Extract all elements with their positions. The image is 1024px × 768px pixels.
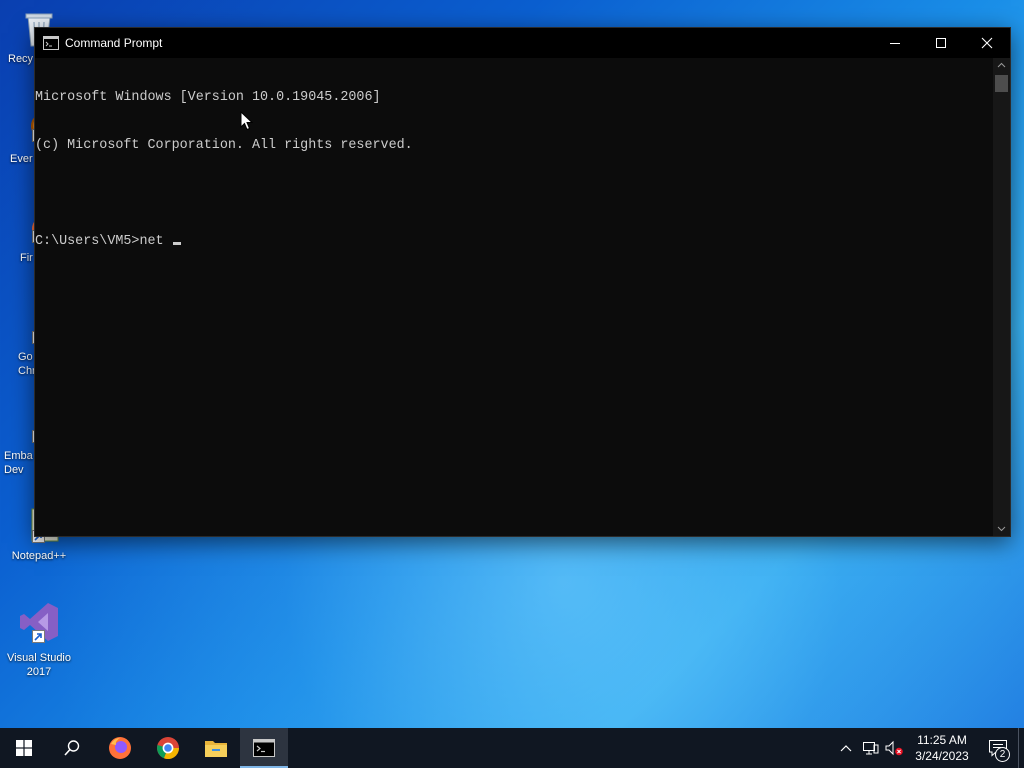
text-cursor — [172, 242, 181, 245]
close-icon — [981, 37, 993, 49]
firefox-icon — [109, 737, 131, 759]
notification-count-badge: 2 — [995, 747, 1010, 762]
volume-button[interactable] — [882, 728, 906, 768]
console-output[interactable]: Microsoft Windows [Version 10.0.19045.20… — [35, 58, 993, 536]
show-hidden-icons-button[interactable] — [834, 728, 858, 768]
taskbar-firefox-button[interactable] — [96, 728, 144, 768]
taskbar-chrome-button[interactable] — [144, 728, 192, 768]
window-title: Command Prompt — [65, 36, 163, 50]
taskbar-file-explorer-button[interactable] — [192, 728, 240, 768]
clock-date: 3/24/2023 — [915, 749, 969, 763]
mouse-pointer-icon — [240, 111, 254, 131]
clock-time: 11:25 AM — [917, 733, 967, 747]
taskbar-clock[interactable]: 11:25 AM 3/24/2023 — [906, 732, 978, 764]
search-button[interactable] — [48, 728, 96, 768]
shortcut-arrow-icon — [32, 630, 45, 643]
desktop-icon-label: Notepad++ — [11, 550, 67, 562]
search-icon — [64, 740, 80, 756]
taskbar: 11:25 AM 3/24/2023 2 — [0, 728, 1024, 768]
scroll-down-button[interactable] — [993, 522, 1010, 536]
cmd-icon — [253, 739, 275, 757]
volume-muted-icon — [885, 740, 903, 756]
vertical-scrollbar[interactable] — [993, 58, 1010, 536]
console-prompt-text: C:\Users\VM5>net — [35, 234, 172, 249]
chevron-down-icon — [997, 526, 1006, 532]
maximize-button[interactable] — [918, 28, 964, 58]
network-button[interactable] — [858, 728, 882, 768]
chevron-up-icon — [840, 745, 852, 752]
close-button[interactable] — [964, 28, 1010, 58]
chevron-up-icon — [997, 62, 1006, 68]
cmd-icon — [43, 35, 59, 51]
minimize-icon — [890, 43, 900, 44]
console-line: (c) Microsoft Corporation. All rights re… — [35, 138, 413, 153]
start-button[interactable] — [0, 728, 48, 768]
system-tray: 11:25 AM 3/24/2023 2 — [834, 728, 1024, 768]
chrome-icon — [157, 737, 180, 760]
show-desktop-button[interactable] — [1018, 728, 1024, 768]
minimize-button[interactable] — [872, 28, 918, 58]
console-line: Microsoft Windows [Version 10.0.19045.20… — [35, 90, 381, 105]
visual-studio-icon — [18, 601, 60, 643]
action-center-button[interactable]: 2 — [978, 728, 1018, 768]
scroll-thumb[interactable] — [995, 75, 1008, 92]
console-prompt-line[interactable]: C:\Users\VM5>net — [35, 234, 993, 250]
command-prompt-window[interactable]: Command Prompt Microsoft Windows [Versio… — [34, 27, 1011, 537]
network-icon — [863, 742, 879, 755]
desktop-icon-label: Visual Studio 2017 — [6, 652, 71, 678]
desktop-icon-visual-studio[interactable]: Visual Studio 2017 — [0, 601, 78, 679]
maximize-icon — [936, 38, 946, 48]
folder-icon — [205, 741, 227, 757]
scroll-up-button[interactable] — [993, 58, 1010, 72]
window-titlebar[interactable]: Command Prompt — [35, 28, 1010, 58]
windows-start-icon — [16, 740, 32, 756]
taskbar-command-prompt-button[interactable] — [240, 728, 288, 768]
